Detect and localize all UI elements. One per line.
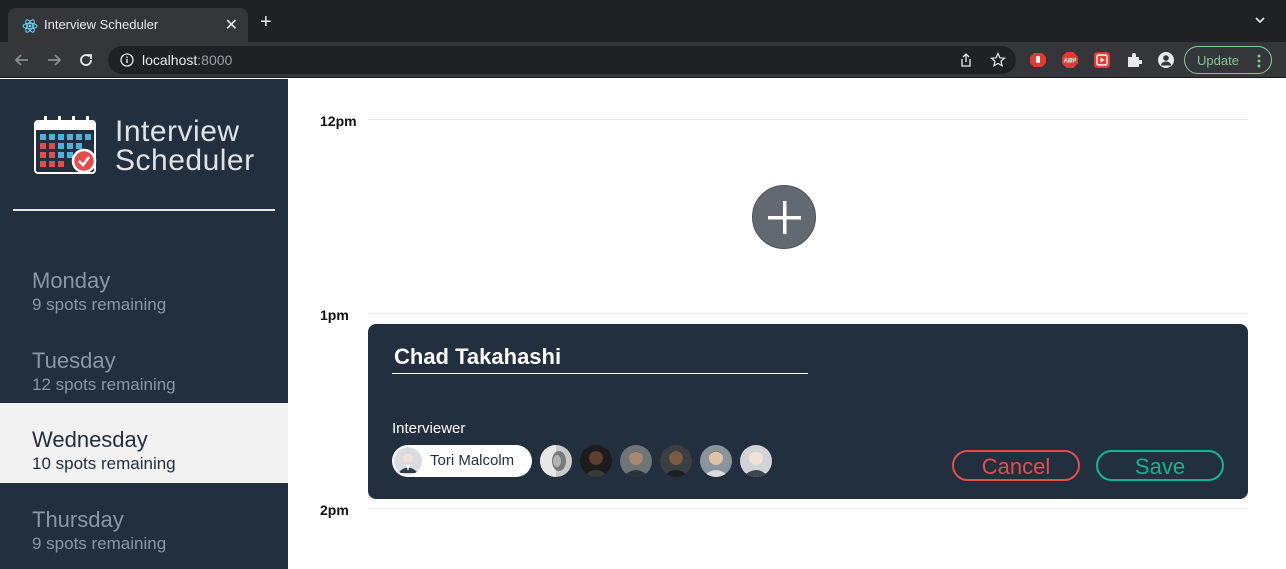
info-icon[interactable] xyxy=(120,53,134,67)
avatar xyxy=(660,445,692,477)
interviewer-avatar[interactable] xyxy=(540,445,572,477)
reload-icon[interactable] xyxy=(76,50,96,70)
adblock-plus-icon[interactable]: ABP xyxy=(1062,52,1078,68)
svg-text:ABP: ABP xyxy=(1064,59,1077,65)
avatar xyxy=(580,445,612,477)
app-title: Interview Scheduler xyxy=(115,115,255,177)
browser-tab[interactable]: Interview Scheduler ✕ xyxy=(8,8,248,42)
back-icon[interactable] xyxy=(12,50,32,70)
input-underline xyxy=(392,373,808,374)
save-label: Save xyxy=(1134,454,1186,479)
day-item-tuesday[interactable]: Tuesday 12 spots remaining xyxy=(0,324,288,404)
day-spots: 12 spots remaining xyxy=(32,375,176,394)
profile-icon[interactable] xyxy=(1158,52,1174,68)
url-text: localhost:8000 xyxy=(142,52,233,68)
sidebar-divider xyxy=(13,209,275,211)
time-divider xyxy=(368,119,1248,120)
add-appointment-button[interactable] xyxy=(752,185,816,249)
time-label: 1pm xyxy=(320,307,349,323)
day-item-monday[interactable]: Monday 9 spots remaining xyxy=(0,244,288,324)
interviewer-avatar[interactable] xyxy=(700,445,732,477)
day-item-wednesday[interactable]: Wednesday 10 spots remaining xyxy=(0,403,288,483)
time-label: 12pm xyxy=(320,113,357,129)
interviewer-avatar[interactable] xyxy=(740,445,772,477)
puzzle-extensions-icon[interactable] xyxy=(1126,52,1142,68)
time-label: 2pm xyxy=(320,502,349,518)
day-name: Tuesday xyxy=(32,348,116,373)
star-icon[interactable] xyxy=(990,52,1006,68)
cancel-button[interactable]: Cancel xyxy=(952,450,1080,481)
interviewer-name: Tori Malcolm xyxy=(430,452,515,469)
avatar xyxy=(700,445,732,477)
interviewer-avatar[interactable] xyxy=(620,445,652,477)
chevron-down-icon[interactable] xyxy=(1254,14,1266,26)
share-icon[interactable] xyxy=(958,52,974,68)
react-icon xyxy=(22,19,38,33)
more-vert-icon xyxy=(1257,54,1261,68)
stop-hand-extension-icon[interactable] xyxy=(1030,52,1046,68)
update-label: Update xyxy=(1197,53,1239,68)
interviewer-avatar[interactable] xyxy=(580,445,612,477)
schedule-panel: 12pm 1pm Chad Takahashi Interviewer Tori… xyxy=(288,79,1286,569)
close-tab-icon[interactable]: ✕ xyxy=(225,15,238,35)
day-spots: 9 spots remaining xyxy=(32,295,167,314)
tab-title: Interview Scheduler xyxy=(44,17,159,32)
student-name-input[interactable]: Chad Takahashi xyxy=(394,344,561,370)
interviewer-selected[interactable]: Tori Malcolm xyxy=(392,445,532,477)
interviewer-label: Interviewer xyxy=(392,420,466,437)
video-extension-icon[interactable] xyxy=(1094,52,1110,68)
save-button[interactable]: Save xyxy=(1096,450,1224,481)
calendar-logo-icon xyxy=(34,116,97,174)
plus-icon xyxy=(768,201,801,234)
new-tab-icon[interactable]: + xyxy=(260,12,272,32)
day-name: Thursday xyxy=(32,507,124,532)
update-button[interactable]: Update xyxy=(1184,46,1272,74)
day-name: Monday xyxy=(32,268,111,293)
avatar xyxy=(540,445,572,477)
avatar xyxy=(620,445,652,477)
forward-icon[interactable] xyxy=(44,50,64,70)
browser-toolbar: localhost:8000 ABP Update xyxy=(0,42,1286,78)
interviewer-avatar[interactable] xyxy=(660,445,692,477)
avatar xyxy=(394,447,422,475)
day-item-thursday[interactable]: Thursday 9 spots remaining xyxy=(0,483,288,563)
time-divider xyxy=(368,508,1248,509)
time-divider xyxy=(368,313,1248,314)
sidebar: Interview Scheduler Monday 9 spots remai… xyxy=(0,79,288,569)
address-bar[interactable]: localhost:8000 xyxy=(108,46,1016,74)
day-name: Wednesday xyxy=(32,427,148,452)
browser-tabbar: Interview Scheduler ✕ + xyxy=(0,0,1286,42)
day-spots: 10 spots remaining xyxy=(32,454,176,473)
cancel-label: Cancel xyxy=(981,454,1051,479)
avatar xyxy=(740,445,772,477)
appointment-form: Chad Takahashi Interviewer Tori Malcolm xyxy=(368,324,1248,499)
day-spots: 9 spots remaining xyxy=(32,534,167,553)
